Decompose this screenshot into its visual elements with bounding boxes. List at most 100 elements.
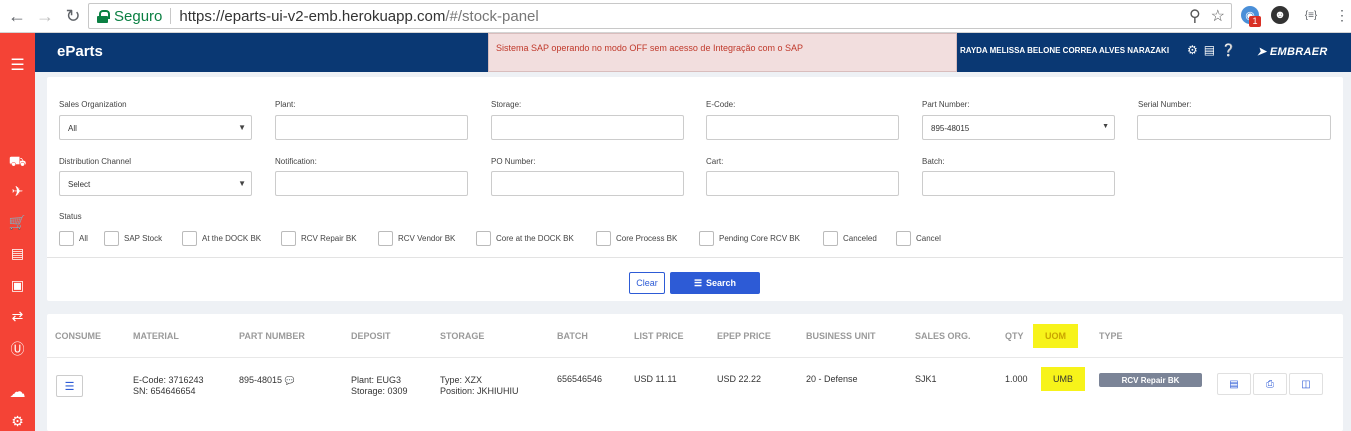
cart-input[interactable] [706, 171, 899, 196]
col-epep-price[interactable]: EPEP PRICE [717, 331, 771, 341]
uom-cell: UMB [1041, 367, 1085, 391]
storage-label: Storage: [491, 100, 522, 109]
package-icon[interactable]: ▣ [0, 277, 35, 294]
caret-down-icon: ▼ [238, 123, 246, 132]
edit-note-button[interactable]: ▤ [1217, 373, 1251, 395]
zoom-icon[interactable]: ⚲ [1189, 6, 1201, 26]
search-button[interactable]: ☰ Search [670, 272, 760, 294]
status-rcv-vendor-checkbox[interactable]: RCV Vendor BK [378, 231, 455, 246]
book-button[interactable]: ◫ [1289, 373, 1323, 395]
checkbox-box[interactable] [476, 231, 491, 246]
ecode-input[interactable] [706, 115, 899, 140]
status-all-checkbox[interactable]: All [59, 231, 88, 246]
status-core-dock-checkbox[interactable]: Core at the DOCK BK [476, 231, 574, 246]
dist-channel-select[interactable]: Select ▼ [59, 171, 252, 196]
user-name[interactable]: RAYDA MELISSA BELONE CORREA ALVES NARAZA… [960, 46, 1169, 55]
hamburger-menu-icon[interactable]: ☰ [0, 55, 35, 75]
part-number-value: 895-48015 [931, 124, 970, 133]
help-icon[interactable]: ❔ [1221, 43, 1236, 57]
status-canceled-checkbox[interactable]: Canceled [823, 231, 877, 246]
extension-ghost-icon[interactable]: ☻ [1271, 6, 1289, 24]
col-consume[interactable]: CONSUME [55, 331, 101, 341]
storage-input[interactable] [491, 115, 684, 140]
status-sap-stock-checkbox[interactable]: SAP Stock [104, 231, 162, 246]
print-button[interactable]: ⎙ [1253, 373, 1287, 395]
consume-list-button[interactable]: ☰ [56, 375, 83, 397]
batch-input[interactable] [922, 171, 1115, 196]
exchange-icon[interactable]: ⇄ [0, 308, 35, 325]
checkbox-box[interactable] [823, 231, 838, 246]
checkbox-box[interactable] [281, 231, 296, 246]
url-path: /#/stock-panel [445, 7, 539, 25]
notification-label: Notification: [275, 157, 317, 166]
status-pending-core-checkbox[interactable]: Pending Core RCV BK [699, 231, 800, 246]
document-icon[interactable]: ▤ [0, 245, 35, 262]
search-button-label: Search [706, 278, 737, 288]
status-rcv-repair-checkbox[interactable]: RCV Repair BK [281, 231, 357, 246]
batch-label: Batch: [922, 157, 945, 166]
gear-icon[interactable]: ⚙ [1187, 43, 1198, 57]
settings-gears-icon[interactable]: ⚙ [0, 413, 35, 430]
qty-cell: 1.000 [1005, 374, 1028, 384]
dollar-icon[interactable]: Ⓤ [0, 339, 35, 359]
po-number-input[interactable] [491, 171, 684, 196]
deposit-storage: Storage: 0309 [351, 386, 408, 396]
status-dock-bk-checkbox[interactable]: At the DOCK BK [182, 231, 261, 246]
col-type[interactable]: TYPE [1099, 331, 1123, 341]
comment-icon[interactable]: 💬 [285, 376, 295, 385]
notification-input[interactable] [275, 171, 468, 196]
reload-icon[interactable]: ↻ [62, 5, 84, 27]
filter-divider [47, 257, 1343, 258]
cloud-icon[interactable]: ☁ [0, 382, 35, 402]
col-uom[interactable]: UOM [1033, 324, 1078, 348]
status-option-label: At the DOCK BK [202, 234, 262, 243]
checkbox-box[interactable] [182, 231, 197, 246]
col-sales-org[interactable]: SALES ORG. [915, 331, 971, 341]
browser-menu-icon[interactable]: ⋮ [1333, 6, 1351, 24]
sales-org-value: All [68, 124, 77, 133]
status-option-label: All [79, 234, 88, 243]
airplane-icon[interactable]: ✈ [0, 183, 35, 200]
truck-icon[interactable]: ⛟ [0, 153, 35, 172]
col-qty[interactable]: QTY [1005, 331, 1024, 341]
clear-button[interactable]: Clear [629, 272, 665, 294]
extension-json-icon[interactable]: {≡} [1302, 6, 1320, 24]
col-business-unit[interactable]: BUSINESS UNIT [806, 331, 876, 341]
batch-cell: 656546546 [557, 374, 603, 384]
plant-input[interactable] [275, 115, 468, 140]
serial-number-input[interactable] [1137, 115, 1331, 140]
sliders-icon: ☰ [693, 277, 703, 288]
status-core-process-checkbox[interactable]: Core Process BK [596, 231, 677, 246]
forward-icon[interactable]: → [34, 5, 56, 27]
cart-icon[interactable]: 🛒 [0, 214, 35, 231]
col-deposit[interactable]: DEPOSIT [351, 331, 391, 341]
sap-offline-alert: Sistema SAP operando no modo OFF sem ace… [488, 33, 957, 72]
checkbox-box[interactable] [596, 231, 611, 246]
storage-position: Position: JKHIUHIU [440, 386, 519, 396]
bookmark-star-icon[interactable]: ☆ [1211, 6, 1225, 26]
printer-icon: ⎙ [1266, 378, 1274, 390]
col-material[interactable]: MATERIAL [133, 331, 179, 341]
sales-org-select[interactable]: All ▼ [59, 115, 252, 140]
checkbox-box[interactable] [104, 231, 119, 246]
status-option-label: Core Process BK [616, 234, 678, 243]
col-list-price[interactable]: LIST PRICE [634, 331, 684, 341]
part-number-select[interactable]: 895-48015 ▼ [922, 115, 1115, 140]
status-cancel-checkbox[interactable]: Cancel [896, 231, 941, 246]
address-bar[interactable]: Seguro https://eparts-ui-v2-emb.herokuap… [88, 3, 1232, 29]
checkbox-box[interactable] [59, 231, 74, 246]
dist-channel-label: Distribution Channel [59, 157, 132, 166]
checkbox-box[interactable] [699, 231, 714, 246]
cart-label: Cart: [706, 157, 724, 166]
embraer-logo: ➤ EMBRAER [1257, 46, 1328, 58]
brand-title[interactable]: eParts [57, 43, 103, 60]
col-part-number[interactable]: PART NUMBER [239, 331, 305, 341]
list-price-cell: USD 11.11 [634, 374, 677, 384]
col-storage[interactable]: STORAGE [440, 331, 484, 341]
checkbox-box[interactable] [896, 231, 911, 246]
file-icon[interactable]: ▤ [1204, 43, 1215, 57]
col-batch[interactable]: BATCH [557, 331, 588, 341]
back-icon[interactable]: ← [6, 5, 28, 27]
checkbox-box[interactable] [378, 231, 393, 246]
results-table: CONSUME MATERIAL PART NUMBER DEPOSIT STO… [47, 314, 1343, 431]
